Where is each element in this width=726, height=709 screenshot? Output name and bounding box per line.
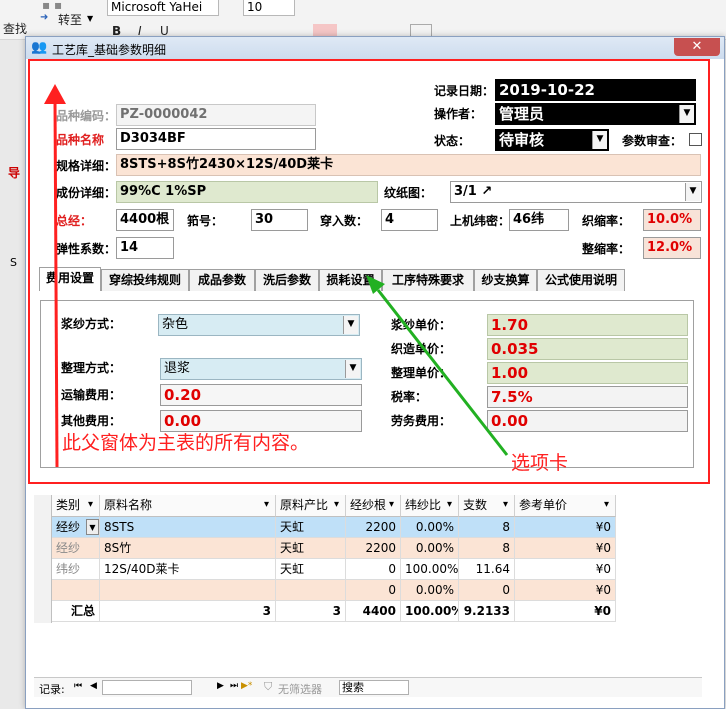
annotation-arrows xyxy=(44,84,509,468)
red-arrow xyxy=(44,84,66,468)
parent-form-note: 此父窗体为主表的所有内容。 xyxy=(62,432,310,454)
green-arrow xyxy=(366,275,509,456)
tab-note: 选项卡 xyxy=(511,452,569,474)
